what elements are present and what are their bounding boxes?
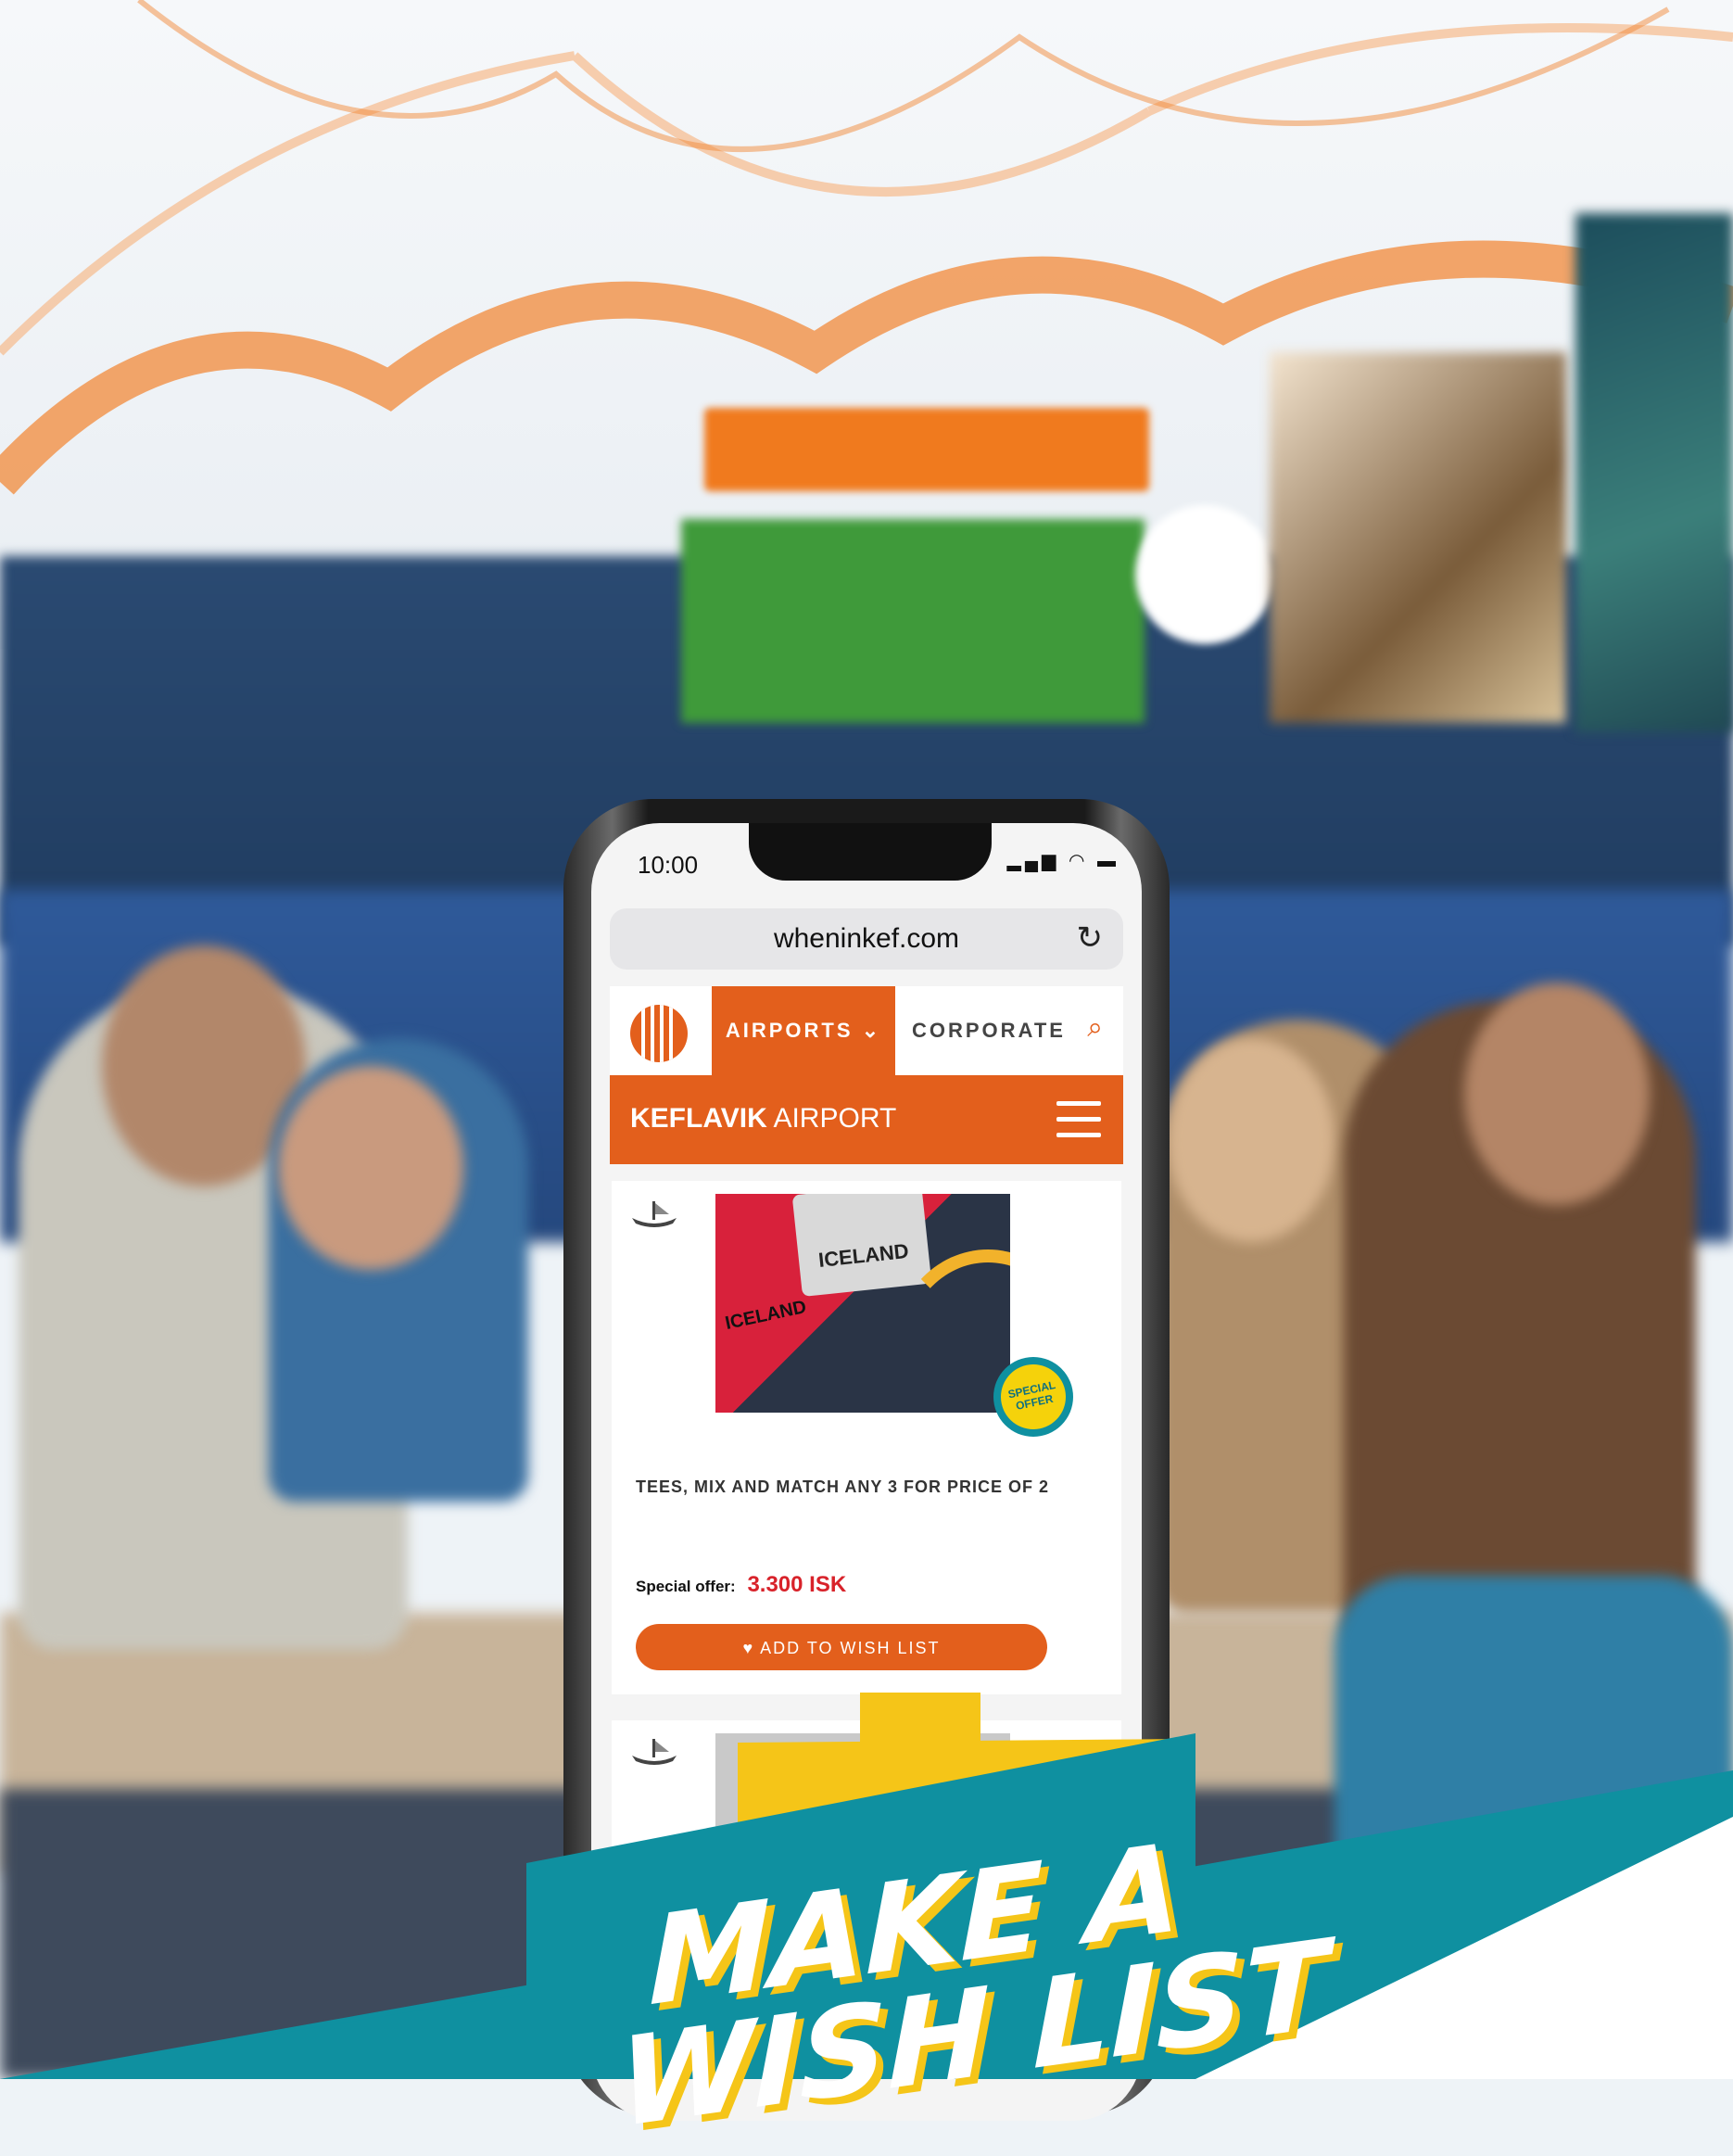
shop-logo (628, 1198, 680, 1244)
person (278, 1066, 463, 1270)
chevron-down-icon: ⌄ (861, 1019, 882, 1042)
section-header: KEFLAVIK AIRPORT (610, 1075, 1123, 1164)
special-offer-badge-text: SPECIAL OFFER (994, 1358, 1072, 1436)
product-title[interactable]: TEES, MIX AND MATCH ANY 3 FOR PRICE OF 2 (636, 1477, 1103, 1497)
isavia-logo[interactable] (630, 1005, 688, 1062)
person (1335, 1576, 1733, 1928)
food-poster (1575, 213, 1733, 732)
person (1464, 983, 1650, 1205)
page-title-bold: KEFLAVIK (630, 1103, 767, 1134)
address-bar[interactable]: wheninkef.com ↻ (610, 908, 1123, 970)
nav-airports-dropdown[interactable]: AIRPORTS ⌄ (712, 986, 895, 1075)
product-card[interactable]: ICELAND ICELAND SPECIAL OFFER TEES, MIX … (612, 1181, 1121, 1694)
phone-notch (749, 823, 992, 881)
page-title: KEFLAVIK AIRPORT (630, 1103, 896, 1135)
wish-button-label: ADD TO WISH LIST (760, 1639, 941, 1657)
food-poster (1270, 352, 1566, 723)
search-icon[interactable]: ⌕ (1087, 1012, 1103, 1044)
nav-airports-label: AIRPORTS (725, 1019, 854, 1042)
offer-row: Special offer: 3.300 ISK (636, 1572, 846, 1598)
person (1168, 1038, 1335, 1242)
viking-ship-icon (632, 1201, 677, 1227)
page-title-rest: AIRPORT (766, 1103, 897, 1134)
product-image[interactable]: ICELAND ICELAND (715, 1194, 1010, 1413)
shop-logo (628, 1735, 680, 1782)
add-to-wish-list-button[interactable]: ♥ ADD TO WISH LIST (636, 1624, 1047, 1670)
product-card[interactable] (612, 1720, 1121, 1998)
phone-screen: 10:00 ▂▄▆ ◠ ▬ wheninkef.com ↻ AIRPORTS ⌄… (591, 823, 1142, 2121)
heart-icon: ♥ (742, 1639, 761, 1657)
viking-ship-icon (632, 1739, 677, 1765)
signal-wifi-battery-icon: ▂▄▆ ◠ ▬ (1006, 851, 1119, 871)
shirt-print: ICELAND (791, 1194, 932, 1298)
status-time: 10:00 (638, 851, 699, 879)
offer-price: 3.300 ISK (747, 1572, 847, 1597)
site-nav: AIRPORTS ⌄ CORPORATE ⌕ (610, 986, 1123, 1075)
url-text: wheninkef.com (773, 923, 960, 954)
pendant-lamp (1135, 505, 1274, 644)
special-offer-badge: SPECIAL OFFER (993, 1357, 1073, 1437)
hamburger-menu-icon[interactable] (1056, 1101, 1101, 1138)
restaurant-sign (704, 408, 1149, 491)
product-image[interactable] (715, 1733, 1010, 1993)
green-wall (681, 519, 1145, 723)
nav-corporate-link[interactable]: CORPORATE (912, 986, 1088, 1075)
shirt-print-red: ICELAND (723, 1297, 809, 1335)
offer-label: Special offer: (636, 1578, 736, 1595)
reload-icon[interactable]: ↻ (1077, 919, 1104, 957)
